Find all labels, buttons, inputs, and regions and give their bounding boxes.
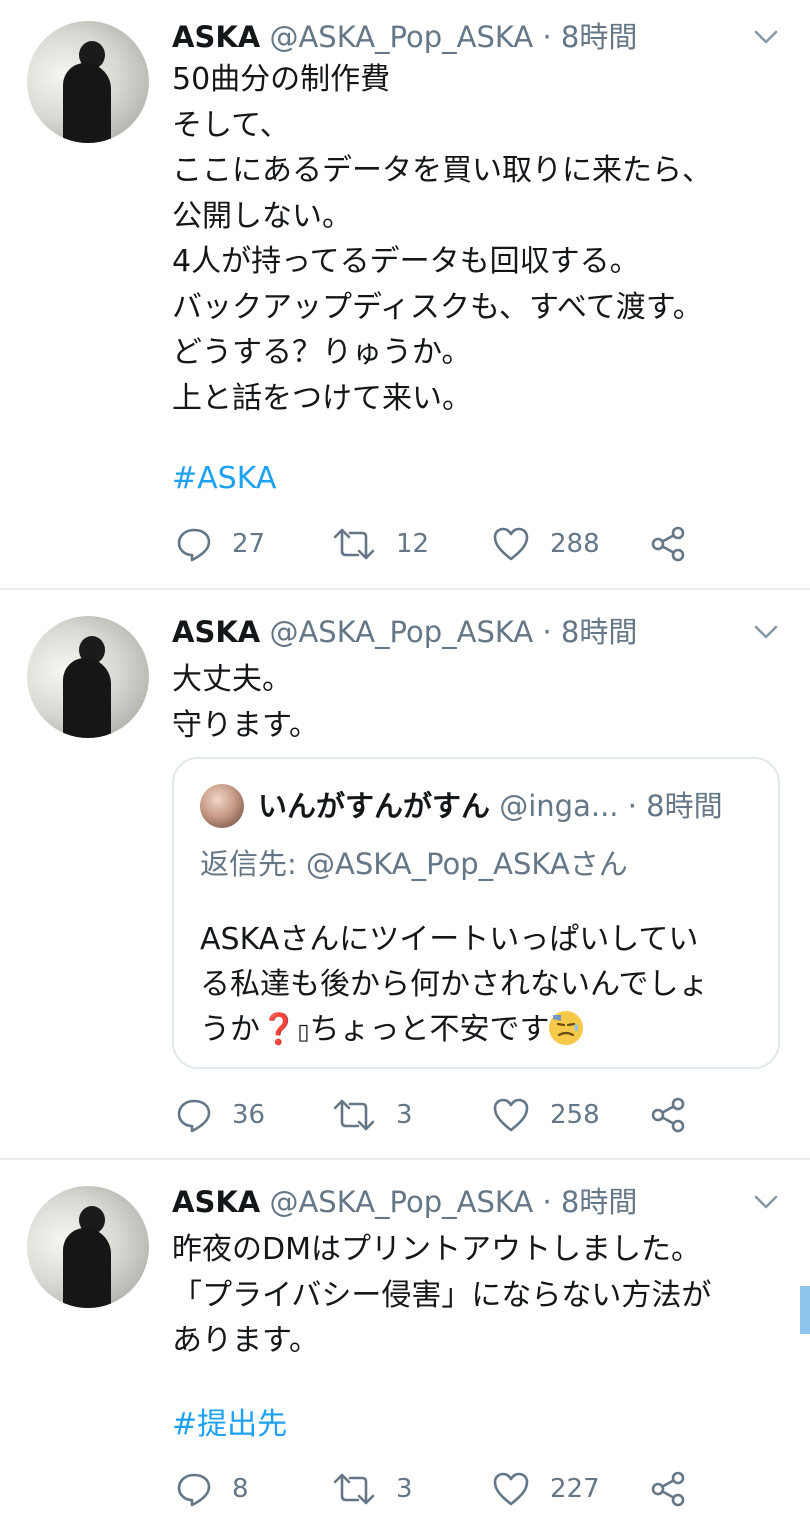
retweet-count: 3 xyxy=(396,1474,413,1504)
retweet-button[interactable]: 3 xyxy=(332,1093,413,1137)
separator-dot: · xyxy=(542,1185,552,1219)
tweet[interactable]: ASKA @ASKA_Pop_ASKA · 8時間 50曲分の制作費 そして、 … xyxy=(0,0,810,588)
text-line: 4人が持ってるデータも回収する。 xyxy=(172,244,640,279)
author-handle[interactable]: @ASKA_Pop_ASKA xyxy=(269,615,533,649)
tweet-header: ASKA @ASKA_Pop_ASKA · 8時間 xyxy=(172,1182,637,1222)
text-line: そして、 xyxy=(172,107,290,143)
timestamp[interactable]: 8時間 xyxy=(561,615,637,649)
speech-bubble-icon xyxy=(177,1099,211,1133)
avatar[interactable] xyxy=(27,616,149,738)
avatar-silhouette-body xyxy=(63,658,111,738)
text-line: 昨夜のDMはプリントアウトしました。 xyxy=(172,1232,701,1267)
text-line: 上と話をつけて来い。 xyxy=(172,380,472,416)
retweet-button[interactable]: 12 xyxy=(332,522,429,566)
quoted-avatar xyxy=(200,784,244,828)
heart-icon xyxy=(493,1098,529,1132)
chevron-down-icon[interactable] xyxy=(752,618,780,646)
reply-button[interactable]: 8 xyxy=(176,1467,249,1511)
share-button[interactable] xyxy=(650,1093,686,1137)
retweet-count: 12 xyxy=(396,529,430,559)
like-count: 227 xyxy=(550,1474,600,1504)
avatar[interactable] xyxy=(27,21,149,143)
text-line: 公開しない。 xyxy=(172,198,352,234)
retweet-count: 3 xyxy=(396,1100,413,1130)
share-nodes-icon xyxy=(651,1471,685,1507)
text-line: どうする？りゅうか。 xyxy=(172,335,472,370)
tweet-actions: 27 12 288 xyxy=(172,522,732,566)
text-line: 50曲分の制作費 xyxy=(172,62,391,97)
like-button[interactable]: 258 xyxy=(492,1093,600,1137)
text-line: 大丈夫。 xyxy=(172,662,292,697)
text-line: うか❓▯ちょっと不安です xyxy=(200,1007,709,1052)
heart-icon xyxy=(493,527,529,561)
tweet-text: 大丈夫。 守ります。 xyxy=(172,657,319,748)
avatar[interactable] xyxy=(27,1186,149,1308)
tweet-text: 50曲分の制作費 そして、 ここにあるデータを買い取りに来たら、 公開しない。 … xyxy=(172,57,712,421)
speech-bubble-icon xyxy=(177,528,211,562)
share-nodes-icon xyxy=(651,1097,685,1133)
timestamp[interactable]: 8時間 xyxy=(561,20,637,54)
like-button[interactable]: 227 xyxy=(492,1467,600,1511)
reply-count: 36 xyxy=(232,1100,266,1130)
anxious-face-emoji-icon xyxy=(549,1011,584,1045)
author-handle[interactable]: @ASKA_Pop_ASKA xyxy=(269,20,533,54)
text-line: 守ります。 xyxy=(172,707,319,743)
author-name[interactable]: ASKA xyxy=(172,615,260,649)
chevron-down-icon[interactable] xyxy=(752,1188,780,1216)
speech-bubble-icon xyxy=(177,1473,211,1507)
reply-count: 8 xyxy=(232,1474,249,1504)
reply-count: 27 xyxy=(232,529,266,559)
hashtag-link[interactable]: #ASKA xyxy=(172,456,276,501)
like-button[interactable]: 288 xyxy=(492,522,600,566)
author-handle[interactable]: @ASKA_Pop_ASKA xyxy=(269,1185,533,1219)
quoted-text: ASKAさんにツイートいっぱいしてい る私達も後から何かされないんでしょ うか❓… xyxy=(200,917,709,1052)
tweet-header: ASKA @ASKA_Pop_ASKA · 8時間 xyxy=(172,17,637,57)
scrollbar-thumb[interactable] xyxy=(800,1286,810,1334)
text-line: ASKAさんにツイートいっぱいしてい xyxy=(200,922,699,957)
tweet-actions: 8 3 227 xyxy=(172,1467,732,1511)
reply-button[interactable]: 36 xyxy=(176,1093,265,1137)
text-line: ここにあるデータを買い取りに来たら、 xyxy=(172,153,712,188)
hashtag-link[interactable]: #提出先 xyxy=(172,1402,287,1447)
share-nodes-icon xyxy=(651,526,685,562)
retweet-arrows-icon xyxy=(333,528,375,560)
quoted-author-name: いんがすんがすん xyxy=(258,789,491,823)
reply-button[interactable]: 27 xyxy=(176,522,265,566)
like-count: 288 xyxy=(550,529,600,559)
chevron-down-icon[interactable] xyxy=(752,23,780,51)
share-button[interactable] xyxy=(650,522,686,566)
avatar-silhouette-body xyxy=(63,1228,111,1308)
quoted-timestamp: 8時間 xyxy=(646,789,723,823)
author-name[interactable]: ASKA xyxy=(172,1185,260,1219)
text-segment: うか xyxy=(200,1012,260,1047)
quoted-header: いんがすんがすん @inga... · 8時間 xyxy=(258,786,723,826)
separator-dot: · xyxy=(627,789,637,823)
separator-dot: · xyxy=(542,615,552,649)
tweet-actions: 36 3 258 xyxy=(172,1093,732,1137)
retweet-arrows-icon xyxy=(333,1099,375,1131)
avatar-silhouette-body xyxy=(63,63,111,143)
text-line: バックアップディスクも、すべて渡す。 xyxy=(172,289,703,325)
author-name[interactable]: ASKA xyxy=(172,20,260,54)
heart-icon xyxy=(493,1472,529,1506)
timestamp[interactable]: 8時間 xyxy=(561,1185,637,1219)
tweet-text: 昨夜のDMはプリントアウトしました。 「プライバシー侵害」にならない方法が あり… xyxy=(172,1227,711,1364)
share-button[interactable] xyxy=(650,1467,686,1511)
tweet-header: ASKA @ASKA_Pop_ASKA · 8時間 xyxy=(172,612,637,652)
retweet-button[interactable]: 3 xyxy=(332,1467,413,1511)
text-line: る私達も後から何かされないんでしょ xyxy=(200,967,709,1002)
separator-dot: · xyxy=(542,20,552,54)
text-segment: ちょっと不安です xyxy=(309,1012,550,1047)
quoted-author-handle: @inga... xyxy=(499,789,619,823)
quoted-tweet[interactable]: いんがすんがすん @inga... · 8時間 返信先: @ASKA_Pop_A… xyxy=(172,757,780,1069)
text-line: 「プライバシー侵害」にならない方法が xyxy=(172,1277,712,1313)
reply-to-label: 返信先: @ASKA_Pop_ASKAさん xyxy=(200,847,628,881)
retweet-arrows-icon xyxy=(333,1473,375,1505)
question-mark-emoji: ❓ xyxy=(260,1012,298,1047)
missing-glyph-box: ▯ xyxy=(297,1020,310,1045)
like-count: 258 xyxy=(550,1100,600,1130)
text-line: あります。 xyxy=(172,1323,319,1358)
